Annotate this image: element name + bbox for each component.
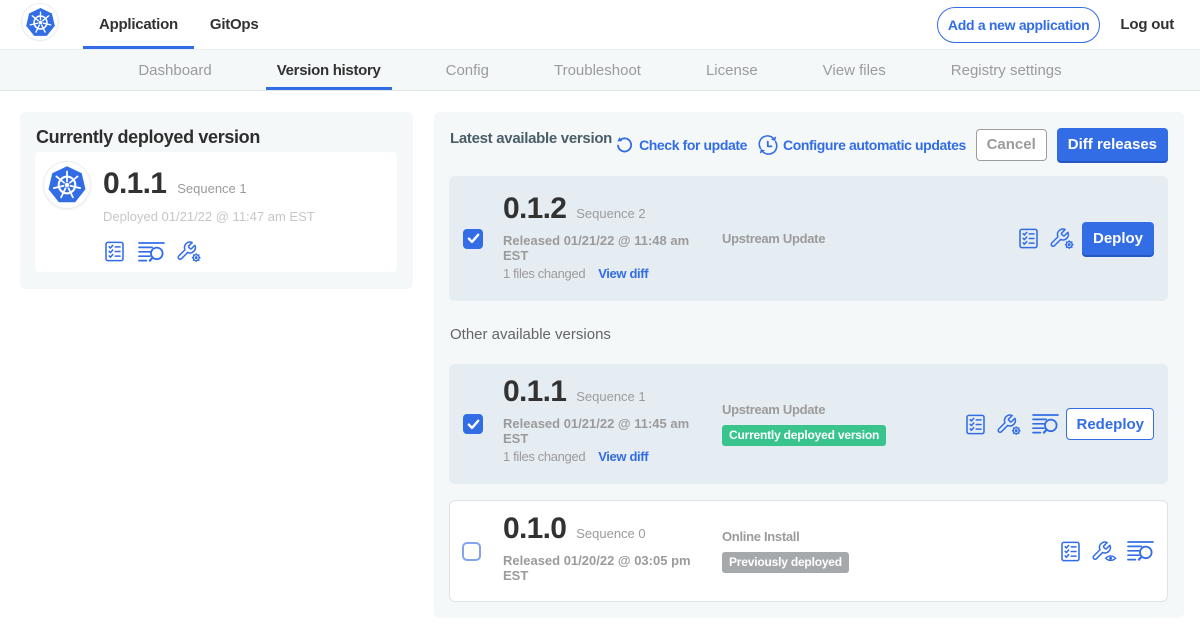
version-source-label: Upstream Update [722,231,1017,246]
subnav-dashboard[interactable]: Dashboard [127,50,222,90]
version-number: 0.1.0 [503,513,566,545]
version-row-0.1.1: 0.1.1 Sequence 1 Released 01/21/22 @ 11:… [449,364,1168,484]
version-line: 0.1.2 Sequence 2 [503,193,722,231]
refresh-icon [614,134,635,155]
auto-update-clock-icon [757,134,779,156]
logout-link[interactable]: Log out [1120,16,1174,33]
latest-version-header: Latest available version Check for updat… [449,128,1168,161]
deployed-timestamp: Deployed 01/21/22 @ 11:47 am EST [103,208,315,225]
add-new-application-button[interactable]: Add a new application [937,7,1101,43]
check-for-update-link[interactable]: Check for update [614,134,747,155]
sequence-label: Sequence 0 [576,517,645,551]
top-tabs: Application GitOps [83,0,274,49]
top-header: Application GitOps Add a new application… [0,0,1200,50]
tab-gitops[interactable]: GitOps [194,0,275,49]
view-diff-link[interactable]: View diff [598,266,648,282]
edit-config-icon[interactable] [997,413,1022,436]
subnav-version-history[interactable]: Version history [266,50,392,90]
deployed-version-number: 0.1.1 [103,168,166,200]
version-source-label: Upstream Update [722,402,964,417]
deploy-logs-icon[interactable] [138,241,165,263]
version-checkbox[interactable] [463,229,483,249]
subnav-registry-settings[interactable]: Registry settings [940,50,1073,90]
currently-deployed-badge: Currently deployed version [722,425,886,446]
files-changed-label: 1 files changed [503,266,585,282]
deploy-logs-icon[interactable] [1032,413,1059,435]
sequence-label: Sequence 2 [576,197,645,231]
version-number: 0.1.2 [503,193,566,225]
subnav-view-files[interactable]: View files [812,50,897,90]
kubernetes-logo-icon [47,165,87,205]
configure-automatic-updates-link[interactable]: Configure automatic updates [757,134,966,156]
redeploy-button[interactable]: Redeploy [1066,408,1154,440]
version-checkbox[interactable] [462,542,481,561]
app-logo [44,162,90,208]
released-timestamp: Released 01/20/22 @ 03:05 pm EST [503,553,691,583]
other-versions-heading: Other available versions [450,326,1168,344]
preflight-checklist-icon[interactable] [964,413,987,436]
subnav-troubleshoot[interactable]: Troubleshoot [543,50,652,90]
deployed-sequence-label: Sequence 1 [177,181,246,196]
tab-application[interactable]: Application [83,0,194,49]
edit-config-icon[interactable] [177,240,202,263]
currently-deployed-panel: Currently deployed version 0.1.1 Sequenc… [20,112,413,289]
app-subnav: Dashboard Version history Config Trouble… [0,50,1200,91]
version-line: 0.1.1 Sequence 1 [103,168,315,200]
preflight-checklist-icon[interactable] [1059,540,1082,563]
currently-deployed-card: 0.1.1 Sequence 1 Deployed 01/21/22 @ 11:… [35,152,397,272]
view-diff-link[interactable]: View diff [598,449,648,465]
version-history-panel: Latest available version Check for updat… [434,112,1184,618]
released-timestamp: Released 01/21/22 @ 11:48 am EST [503,233,691,263]
version-line: 0.1.1 Sequence 1 [503,376,722,414]
kubernetes-logo [22,4,58,40]
version-number: 0.1.1 [503,376,566,408]
latest-version-title: Latest available version [450,130,612,148]
view-config-icon[interactable] [1092,540,1117,563]
deploy-button[interactable]: Deploy [1082,222,1154,255]
currently-deployed-title: Currently deployed version [36,127,397,148]
topbar-spacer [274,0,936,49]
deploy-logs-icon[interactable] [1127,540,1154,562]
deployed-version-info: 0.1.1 Sequence 1 Deployed 01/21/22 @ 11:… [103,152,315,272]
configure-automatic-updates-label: Configure automatic updates [783,137,966,153]
sequence-label: Sequence 1 [576,380,645,414]
version-line: 0.1.0 Sequence 0 [503,513,722,551]
cancel-button[interactable]: Cancel [976,129,1047,161]
preflight-checklist-icon[interactable] [1017,227,1040,250]
edit-config-icon[interactable] [1050,227,1075,250]
check-for-update-label: Check for update [639,137,747,153]
version-row-0.1.0: 0.1.0 Sequence 0 Released 01/20/22 @ 03:… [449,500,1168,602]
files-changed-label: 1 files changed [503,449,585,465]
released-timestamp: Released 01/21/22 @ 11:45 am EST [503,416,691,446]
version-checkbox[interactable] [463,414,483,434]
preflight-checklist-icon[interactable] [103,240,126,263]
version-row-0.1.2: 0.1.2 Sequence 2 Released 01/21/22 @ 11:… [449,176,1168,301]
subnav-config[interactable]: Config [435,50,500,90]
subnav-license[interactable]: License [695,50,769,90]
main-content: Currently deployed version 0.1.1 Sequenc… [0,91,1200,618]
previously-deployed-badge: Previously deployed [722,552,849,573]
diff-releases-button[interactable]: Diff releases [1057,128,1168,161]
version-source-label: Online Install [722,529,1059,544]
kubernetes-logo-icon [25,7,56,38]
